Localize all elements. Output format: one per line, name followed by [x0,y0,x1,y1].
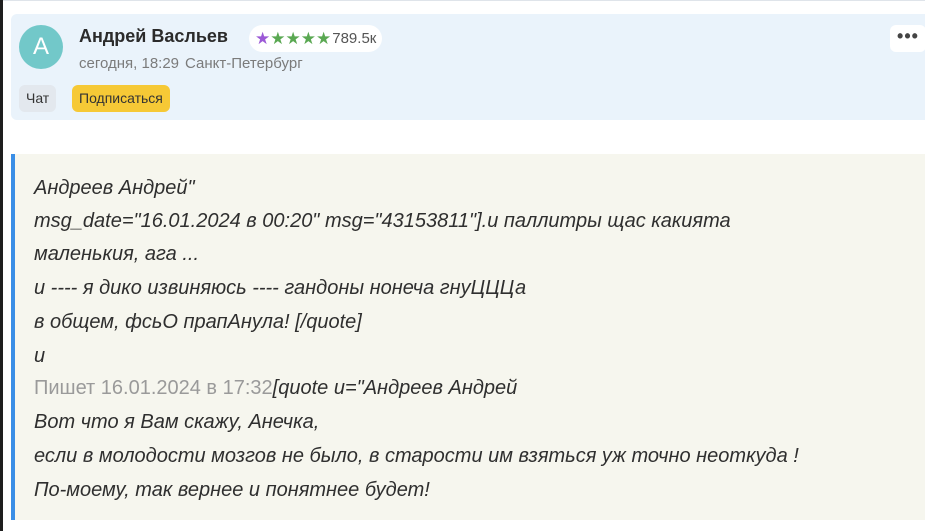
chat-button[interactable]: Чат [19,85,57,112]
quote-line: По-моему, так вернее и понятнее будет! [34,479,430,501]
quote-written-line: Пишет 16.01.2024 в 17:32[quote u="Андрее… [34,377,517,400]
author-name[interactable]: Андрей Васльев [79,26,228,47]
written-timestamp: Пишет 16.01.2024 в 17:32 [34,377,273,399]
quote-tag: [quote u="Андреев Андрей [272,377,518,399]
quote-line: и ---- я дико извиняюсь ---- гандоны нон… [34,277,527,299]
rating-stars: ★ ★ ★ ★ ★ [255,29,331,49]
post-date: сегодня, 18:29 [79,55,180,72]
avatar[interactable]: А [19,25,63,69]
post-meta: сегодня, 18:29 Санкт-Петербург [79,55,303,72]
rating-count: 789.5к [332,30,377,47]
star-icon: ★ [285,28,301,48]
quote-line: Вот что я Вам скажу, Анечка, [34,411,320,433]
quote-line: если в молодости мозгов не было, в старо… [34,445,799,467]
star-icon: ★ [300,28,316,48]
rating-badge: ★ ★ ★ ★ ★ 789.5к [249,25,383,52]
quote-line: msg_date="16.01.2024 в 00:20" msg="43153… [34,210,731,232]
post-header: А Андрей Васльев ★ ★ ★ ★ ★ 789.5к сегодн… [11,14,925,120]
quote-line: маленькия, ага ... [34,243,200,265]
quote-block: Андреев Андрей" msg_date="16.01.2024 в 0… [11,154,925,520]
top-border [0,0,925,1]
more-options-icon[interactable]: ••• [890,25,925,52]
left-border [0,0,3,531]
quote-line: Андреев Андрей" [34,177,195,199]
star-icon: ★ [316,28,332,48]
star-icon: ★ [270,28,286,48]
quote-line: в общем, фсьО прапАнула! [/quote] [34,311,362,333]
quote-line: и [34,345,46,367]
star-icon: ★ [255,28,271,48]
subscribe-button[interactable]: Подписаться [72,85,170,112]
post-city: Санкт-Петербург [185,55,303,72]
